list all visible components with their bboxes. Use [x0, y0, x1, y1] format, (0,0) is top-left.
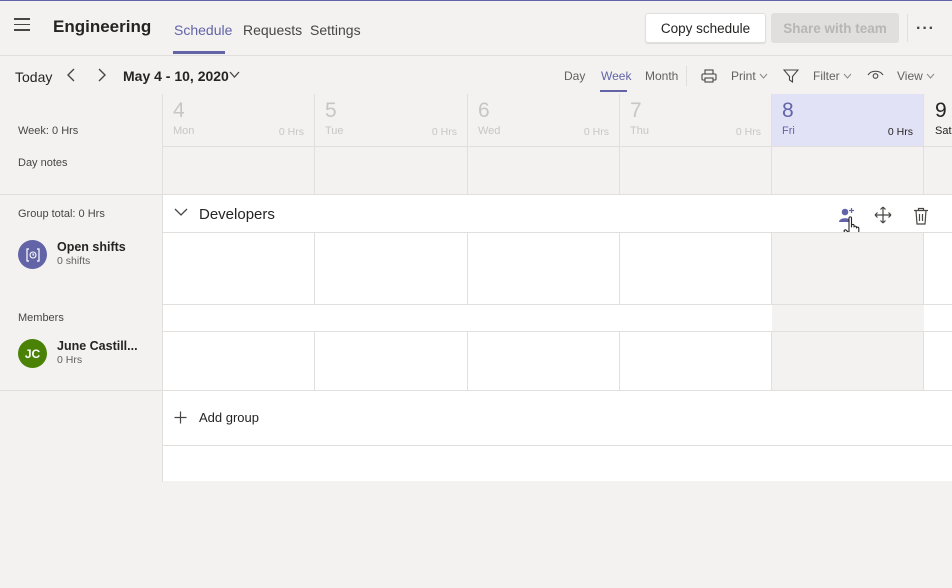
open-shifts-icon: [25, 247, 40, 262]
open-shifts-count: 0 shifts: [57, 255, 91, 267]
collapse-chevron-icon[interactable]: [174, 208, 188, 217]
add-group-row: [163, 391, 952, 445]
open-shift-cell[interactable]: [620, 233, 772, 304]
day-notes-cell[interactable]: [620, 147, 772, 194]
open-shift-cell[interactable]: [772, 233, 924, 304]
member-hours: 0 Hrs: [57, 354, 83, 366]
open-shift-cell[interactable]: [315, 233, 468, 304]
day-notes-cell[interactable]: [772, 147, 924, 194]
toolbar-divider: [686, 66, 687, 86]
member-shift-cell[interactable]: [163, 332, 315, 390]
active-view-indicator: [600, 90, 627, 92]
view-options-button[interactable]: View: [897, 69, 923, 83]
view-month[interactable]: Month: [645, 69, 678, 83]
open-shifts-avatar: [18, 240, 47, 269]
day-notes-label: Day notes: [18, 157, 68, 169]
team-title: Engineering: [53, 17, 152, 36]
members-label: Members: [18, 312, 64, 324]
open-shift-cell[interactable]: [163, 233, 315, 304]
member-name[interactable]: June Castill...: [57, 339, 138, 353]
day-notes-cell[interactable]: [163, 147, 315, 194]
more-options-icon[interactable]: ···: [916, 20, 935, 38]
day-name: Tue: [325, 125, 344, 137]
tab-schedule[interactable]: Schedule: [174, 22, 232, 38]
date-range-picker[interactable]: May 4 - 10, 2020: [123, 68, 229, 84]
day-hours: 0 Hrs: [735, 126, 761, 138]
day-header-thu[interactable]: 7 Thu 0 Hrs: [620, 94, 772, 146]
delete-icon[interactable]: [911, 206, 931, 226]
day-hours: 0 Hrs: [887, 126, 913, 138]
group-name[interactable]: Developers: [199, 206, 275, 223]
view-day[interactable]: Day: [564, 69, 585, 83]
print-button[interactable]: Print: [731, 69, 756, 83]
members-spacer-sat: [924, 305, 952, 331]
day-number: 9: [935, 99, 947, 122]
group-total: Group total: 0 Hrs: [18, 208, 105, 220]
printer-icon[interactable]: [701, 69, 717, 83]
view-week[interactable]: Week: [601, 69, 631, 83]
day-name: Sat: [935, 125, 952, 137]
day-name: Thu: [630, 125, 649, 137]
chevron-down-icon[interactable]: [229, 71, 240, 79]
add-group-button[interactable]: Add group: [199, 410, 259, 425]
filter-chevron-down-icon[interactable]: [843, 73, 852, 79]
grid-footer: [163, 446, 952, 481]
filter-button[interactable]: Filter: [813, 69, 840, 83]
day-hours: 0 Hrs: [431, 126, 457, 138]
schedule-toolbar: Today May 4 - 10, 2020 Day Week Month Pr…: [0, 57, 952, 94]
open-shifts-name[interactable]: Open shifts: [57, 240, 126, 254]
day-number: 6: [478, 99, 490, 122]
left-pane-divider: [162, 94, 163, 482]
active-tab-indicator: [173, 51, 225, 54]
chevron-left-icon[interactable]: [64, 67, 80, 83]
filter-icon[interactable]: [783, 68, 799, 84]
chevron-right-icon[interactable]: [93, 67, 109, 83]
member-shift-cell[interactable]: [924, 332, 952, 390]
eye-icon[interactable]: [867, 69, 884, 81]
plus-icon[interactable]: [174, 411, 187, 424]
day-number: 8: [782, 99, 794, 122]
copy-schedule-button[interactable]: Copy schedule: [645, 13, 766, 43]
tab-settings[interactable]: Settings: [310, 22, 361, 38]
day-notes-cell[interactable]: [315, 147, 468, 194]
tab-requests[interactable]: Requests: [243, 22, 302, 38]
members-spacer: [163, 305, 772, 331]
day-number: 4: [173, 99, 185, 122]
open-shift-cell[interactable]: [468, 233, 620, 304]
open-shift-cell[interactable]: [924, 233, 952, 304]
day-header-wed[interactable]: 6 Wed 0 Hrs: [468, 94, 620, 146]
today-button[interactable]: Today: [15, 69, 52, 85]
member-shift-cell[interactable]: [772, 332, 924, 390]
move-icon[interactable]: [873, 205, 893, 225]
share-with-team-button[interactable]: Share with team: [771, 13, 899, 43]
view-chevron-down-icon[interactable]: [926, 73, 935, 79]
day-hours: 0 Hrs: [583, 126, 609, 138]
day-name: Mon: [173, 125, 195, 137]
member-shift-cell[interactable]: [468, 332, 620, 390]
hamburger-menu-icon[interactable]: [14, 18, 30, 32]
week-total: Week: 0 Hrs: [18, 125, 79, 137]
day-header-tue[interactable]: 5 Tue 0 Hrs: [315, 94, 468, 146]
day-number: 7: [630, 99, 642, 122]
day-header-fri[interactable]: 8 Fri 0 Hrs: [772, 94, 924, 146]
day-header-mon[interactable]: 4 Mon 0 Hrs: [163, 94, 315, 146]
print-chevron-down-icon[interactable]: [759, 73, 768, 79]
day-notes-cell[interactable]: [468, 147, 620, 194]
members-spacer-fri: [772, 305, 924, 331]
day-hours: 0 Hrs: [278, 126, 304, 138]
header-divider: [907, 14, 908, 42]
member-avatar: JC: [18, 339, 47, 368]
day-number: 5: [325, 99, 337, 122]
member-shift-cell[interactable]: [620, 332, 772, 390]
day-name: Fri: [782, 125, 795, 137]
day-header-sat[interactable]: 9 Sat: [924, 94, 952, 146]
member-shift-cell[interactable]: [315, 332, 468, 390]
day-name: Wed: [478, 125, 501, 137]
